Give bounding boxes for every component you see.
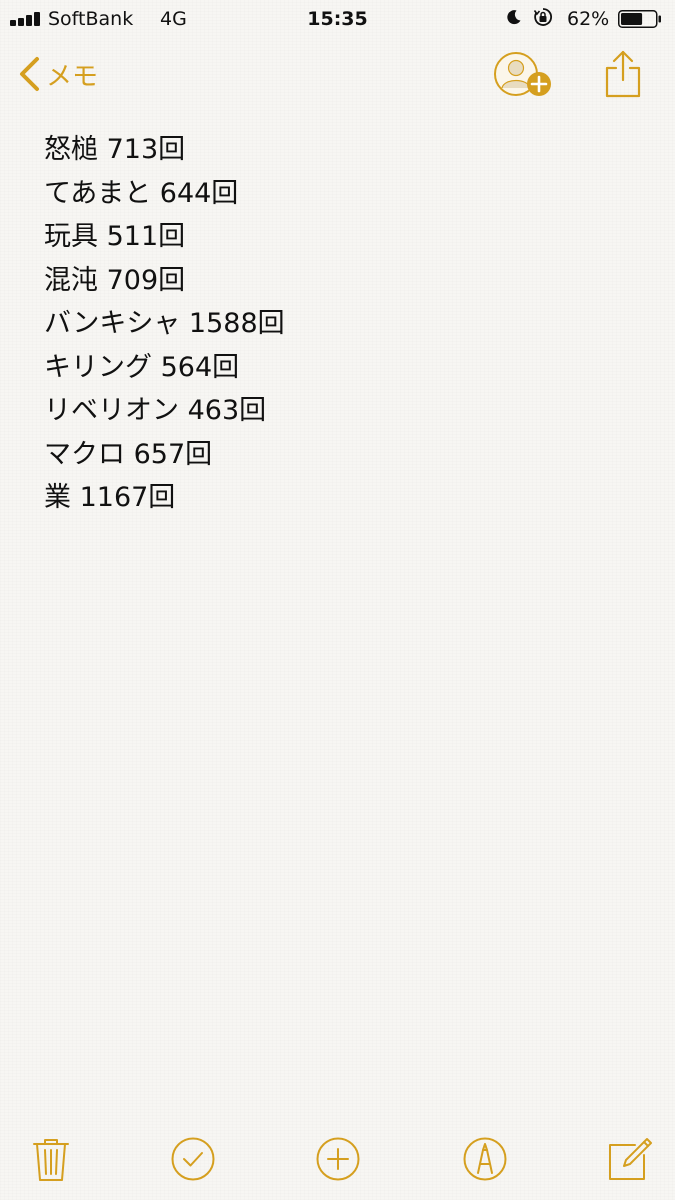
status-bar: SoftBank 4G 15:35 62% (0, 0, 675, 40)
nav-bar: メモ (0, 40, 675, 110)
battery-percent: 62% (567, 8, 610, 30)
trash-button[interactable] (32, 1136, 70, 1182)
note-line: リベリオン 463回 (44, 395, 267, 426)
add-person-button[interactable] (492, 50, 556, 106)
markup-button[interactable] (462, 1136, 508, 1182)
note-line: キリング 564回 (44, 351, 240, 383)
note-line: 混沌 709回 (44, 264, 186, 296)
add-person-icon (494, 52, 551, 96)
trash-icon (33, 1139, 69, 1181)
checklist-button[interactable] (170, 1136, 216, 1182)
share-icon (605, 50, 641, 98)
back-button[interactable]: メモ (18, 54, 98, 94)
note-line: バンキシャ 1588回 (44, 308, 285, 339)
battery-icon (618, 10, 661, 28)
note-line: 玩具 511回 (44, 221, 186, 252)
moon-icon (507, 10, 521, 25)
share-button[interactable] (603, 48, 643, 100)
compose-button[interactable] (607, 1136, 653, 1182)
note-line: 怒槌 713回 (44, 134, 186, 165)
add-icon (316, 1137, 360, 1181)
compose-icon (609, 1138, 652, 1180)
add-button[interactable] (315, 1136, 361, 1182)
checklist-icon (171, 1137, 215, 1181)
markup-icon (463, 1137, 507, 1181)
note-line: 業 1167回 (44, 482, 176, 513)
orientation-lock-icon (533, 8, 552, 26)
note-body[interactable]: 怒槌 713回 てあまと 644回 玩具 511回 混沌 709回 バンキシャ … (44, 128, 644, 520)
back-label: メモ (46, 61, 99, 92)
note-line: マクロ 657回 (44, 438, 213, 470)
note-line: てあまと 644回 (44, 177, 239, 209)
chevron-left-icon (20, 57, 39, 91)
